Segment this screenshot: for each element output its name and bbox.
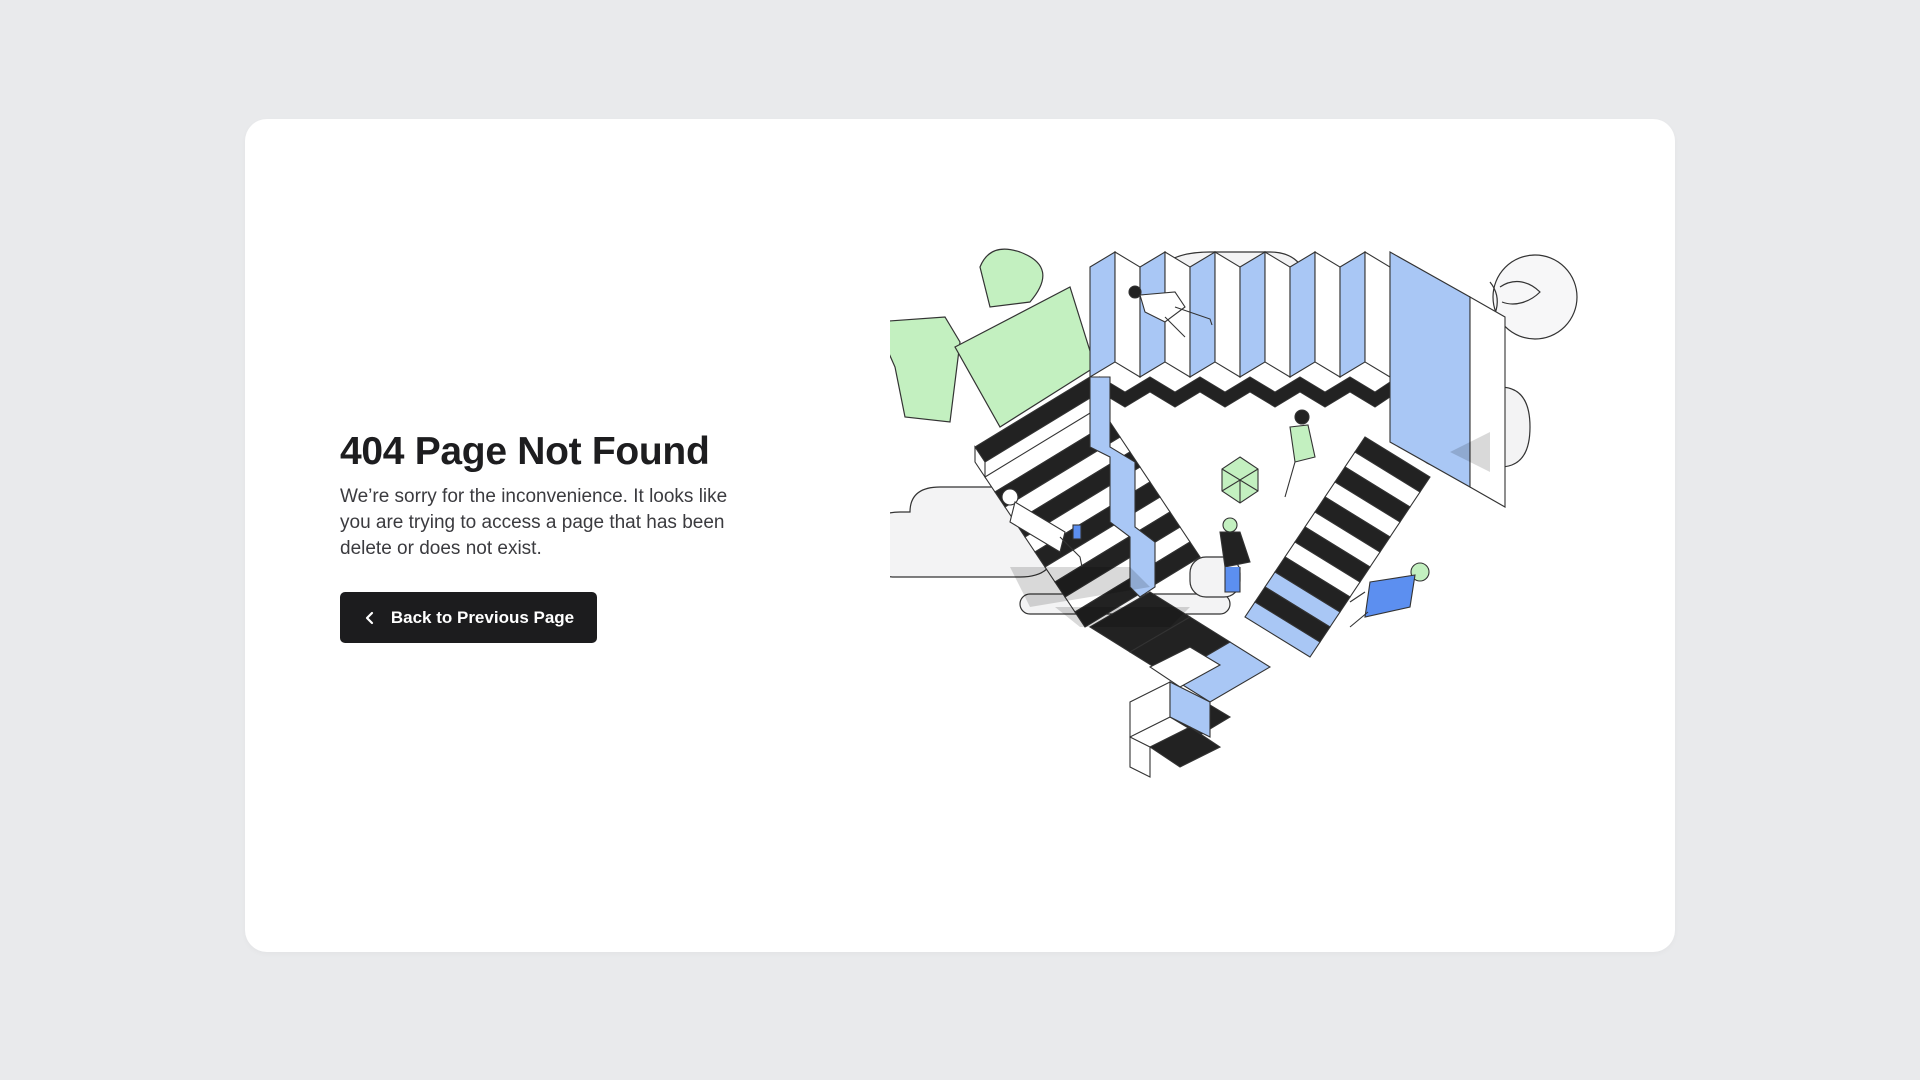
person-right (1284, 409, 1316, 498)
top-ledge (1099, 376, 1391, 408)
error-content: 404 Page Not Found We’re sorry for the i… (340, 430, 760, 643)
error-card: 404 Page Not Found We’re sorry for the i… (245, 119, 1675, 952)
back-button-label: Back to Previous Page (390, 607, 575, 627)
right-staircase (1244, 436, 1431, 658)
geometric-gem-icon (1221, 456, 1259, 504)
chevron-left-icon (365, 611, 373, 624)
page-title: 404 Page Not Found (340, 430, 710, 473)
impossible-staircase-illustration (890, 248, 1578, 778)
back-to-previous-page-button[interactable]: Back to Previous Page (340, 592, 597, 643)
error-message: We’re sorry for the inconvenience. It lo… (340, 486, 728, 559)
person-middle (1219, 517, 1251, 593)
